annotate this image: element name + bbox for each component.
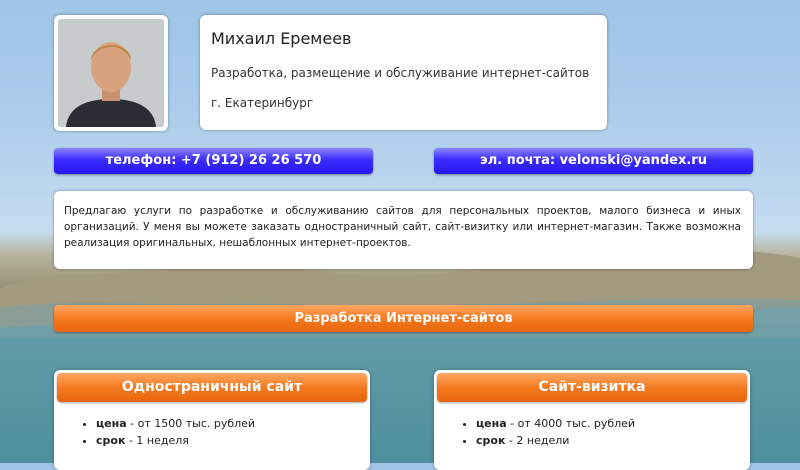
offer-card-onepage: Одностраничный сайт цена - от 1500 тыс. … bbox=[54, 370, 370, 470]
email-button[interactable]: эл. почта: velonski@yandex.ru bbox=[434, 148, 753, 174]
profile-photo bbox=[58, 19, 164, 127]
profile-name: Михаил Еремеев bbox=[211, 29, 352, 48]
price-label: цена bbox=[476, 417, 507, 430]
offer-details: цена - от 1500 тыс. рублей срок - 1 неде… bbox=[80, 416, 255, 450]
term-value: - 1 неделя bbox=[125, 434, 189, 447]
about-card: Предлагаю услуги по разработке и обслужи… bbox=[54, 191, 753, 269]
list-item: цена - от 4000 тыс. рублей bbox=[476, 416, 635, 431]
offer-title[interactable]: Сайт-визитка bbox=[437, 373, 747, 402]
term-value: - 2 недели bbox=[505, 434, 570, 447]
profile-card: Михаил Еремеев Разработка, размещение и … bbox=[200, 15, 607, 130]
about-text: Предлагаю услуги по разработке и обслужи… bbox=[64, 205, 741, 249]
price-value: - от 1500 тыс. рублей bbox=[126, 417, 256, 430]
offer-card-business-card: Сайт-визитка цена - от 4000 тыс. рублей … bbox=[434, 370, 750, 470]
section-title-bar: Разработка Интернет-сайтов bbox=[54, 305, 753, 332]
term-label: срок bbox=[476, 434, 506, 447]
offer-details: цена - от 4000 тыс. рублей срок - 2 неде… bbox=[460, 416, 635, 450]
price-value: - от 4000 тыс. рублей bbox=[506, 417, 636, 430]
list-item: цена - от 1500 тыс. рублей bbox=[96, 416, 255, 431]
profile-city: г. Екатеринбург bbox=[211, 96, 314, 110]
offer-title[interactable]: Одностраничный сайт bbox=[57, 373, 367, 402]
phone-button[interactable]: телефон: +7 (912) 26 26 570 bbox=[54, 148, 373, 174]
price-label: цена bbox=[96, 417, 127, 430]
list-item: срок - 2 недели bbox=[476, 433, 635, 448]
profile-tagline: Разработка, размещение и обслуживание ин… bbox=[211, 66, 590, 80]
term-label: срок bbox=[96, 434, 126, 447]
profile-photo-frame bbox=[54, 15, 168, 131]
list-item: срок - 1 неделя bbox=[96, 433, 255, 448]
